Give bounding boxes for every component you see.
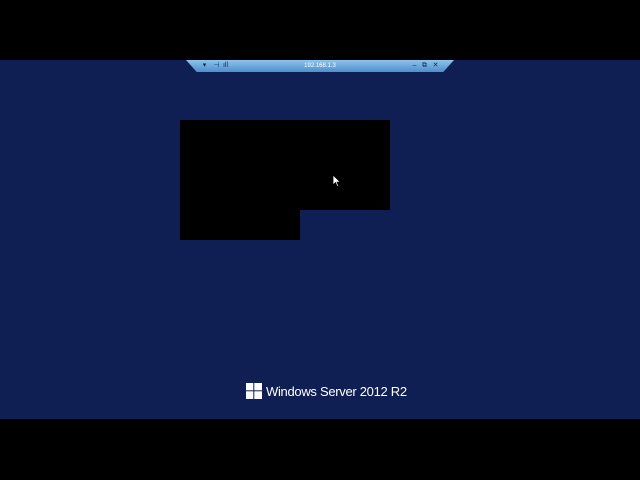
- desktop-background: [0, 60, 640, 419]
- remote-desktop-connection-bar[interactable]: ▾ ⊣ ıll 192.168.1.3 – ⧉ ✕: [186, 60, 454, 72]
- brand-text: Windows Server 2012 R2: [266, 383, 407, 399]
- close-button[interactable]: ✕: [431, 60, 440, 72]
- minimize-button[interactable]: –: [410, 60, 419, 72]
- screen: ▾ ⊣ ıll 192.168.1.3 – ⧉ ✕ Windows Server…: [0, 0, 640, 480]
- windows-logo-icon: [246, 383, 262, 399]
- mouse-cursor-icon: [333, 175, 341, 187]
- restore-button[interactable]: ⧉: [420, 60, 429, 72]
- windows-server-branding: Windows Server 2012 R2: [246, 382, 407, 400]
